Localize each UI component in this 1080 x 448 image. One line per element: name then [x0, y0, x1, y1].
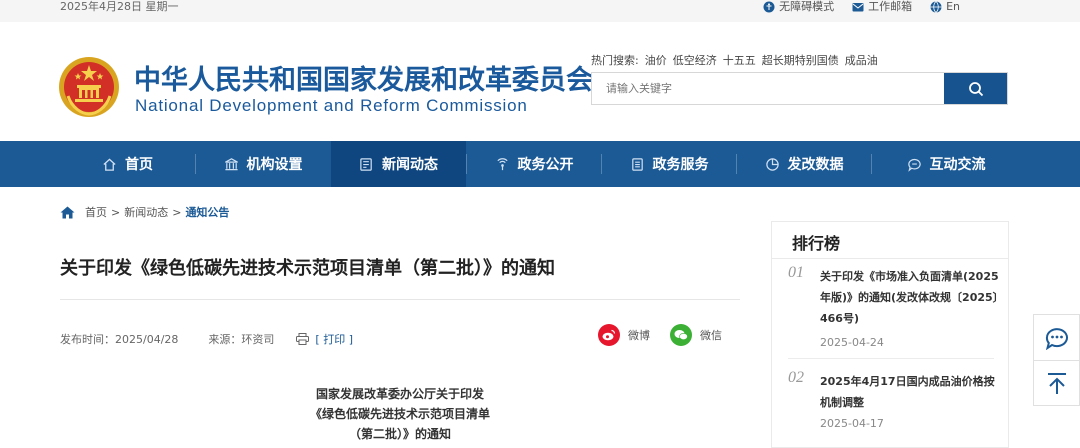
- feedback-button[interactable]: [1034, 315, 1079, 360]
- printer-icon: [296, 333, 310, 345]
- broadcast-icon: [496, 157, 508, 170]
- article-source: 来源：环资司: [208, 333, 275, 346]
- floating-toolbar: [1033, 314, 1080, 406]
- nav-item-data[interactable]: 发改数据: [737, 141, 871, 187]
- nav-label: 新闻动态: [382, 157, 438, 173]
- ranking-date: 2025-04-17: [820, 417, 884, 430]
- search-button[interactable]: [944, 73, 1007, 104]
- nav-label: 机构设置: [246, 157, 303, 173]
- article-meta: 发布时间：2025/04/28 来源：环资司 [ 打印 ]: [60, 331, 353, 347]
- ranking-divider: [772, 258, 1008, 259]
- site-header: 中华人民共和国国家发展和改革委员会 National Development a…: [0, 22, 1080, 141]
- accessibility-link[interactable]: 无障碍模式: [763, 0, 834, 14]
- ranking-panel: 排行榜 01 关于印发《市场准入负面清单(2025年版)》的通知(发改体改规〔2…: [771, 221, 1009, 448]
- breadcrumb-home[interactable]: 首页: [85, 204, 107, 220]
- ranking-item[interactable]: 02 2025年4月17日国内成品油价格按机制调整 2025-04-17: [788, 369, 995, 439]
- nav-item-services[interactable]: 政务服务: [602, 141, 736, 187]
- hot-search: 热门搜索: 油价 低空经济 十五五 超长期特别国债 成品油: [591, 52, 878, 68]
- mailbox-label: 工作邮箱: [868, 0, 913, 13]
- breadcrumb-current[interactable]: 通知公告: [185, 204, 229, 220]
- top-utility-bar: 2025年4月28日 星期一 无障碍模式 工作邮箱 En: [0, 0, 1080, 22]
- share-wechat-label: 微信: [700, 329, 722, 342]
- ranking-date: 2025-04-24: [820, 336, 884, 349]
- breadcrumb-separator: >: [111, 205, 121, 219]
- share-weibo-label: 微博: [628, 329, 650, 342]
- hot-search-item[interactable]: 成品油: [845, 52, 878, 68]
- body-title-line: 《绿色低碳先进技术示范项目清单: [309, 407, 490, 421]
- home-icon: [103, 157, 116, 171]
- wechat-icon: [670, 324, 692, 346]
- breadcrumb: 首页 > 新闻动态 > 通知公告: [60, 204, 229, 220]
- breadcrumb-separator: >: [172, 205, 182, 219]
- mailbox-link[interactable]: 工作邮箱: [852, 0, 912, 14]
- mail-icon: [852, 3, 864, 12]
- ranking-number: 02: [788, 369, 804, 386]
- body-title-line: 国家发展改革委办公厅关于印发: [315, 387, 484, 401]
- nav-item-organization[interactable]: 机构设置: [196, 141, 330, 187]
- hot-search-label: 热门搜索:: [591, 54, 639, 67]
- nav-label: 政务公开: [517, 157, 574, 173]
- globe-icon: [930, 1, 942, 13]
- utility-links: 无障碍模式 工作邮箱 En: [763, 0, 960, 14]
- breadcrumb-section[interactable]: 新闻动态: [124, 204, 168, 220]
- search-icon: [968, 81, 983, 96]
- building-icon: [224, 157, 238, 170]
- site-name-en: National Development and Reform Commissi…: [135, 96, 528, 115]
- publish-time: 发布时间：2025/04/28: [60, 333, 179, 346]
- document-icon: [631, 157, 643, 171]
- hot-search-item[interactable]: 超长期特别国债: [762, 52, 839, 68]
- nav-label: 政务服务: [652, 157, 709, 173]
- article-title: 关于印发《绿色低碳先进技术示范项目清单（第二批）》的通知: [60, 258, 555, 279]
- body-title-line: （第二批）》的通知: [348, 427, 451, 441]
- english-label: En: [946, 0, 960, 13]
- search-box: [591, 72, 1008, 105]
- search-input[interactable]: [592, 73, 945, 104]
- english-link[interactable]: En: [930, 0, 960, 14]
- title-divider: [60, 299, 740, 300]
- ranking-item-divider: [788, 358, 994, 359]
- article-body-title: 国家发展改革委办公厅关于印发 《绿色低碳先进技术示范项目清单 （第二批）》的通知: [250, 384, 550, 444]
- nav-label: 发改数据: [787, 157, 844, 173]
- weibo-icon: [598, 324, 620, 346]
- main-nav: 首页 机构设置 新闻动态 政务公开 政务服务 发改数据 互动交流: [0, 141, 1080, 187]
- arrow-up-icon: [1047, 372, 1066, 394]
- print-label: [ 打印 ]: [315, 333, 353, 346]
- nav-item-interaction[interactable]: 互动交流: [872, 141, 1020, 187]
- print-button[interactable]: [ 打印 ]: [296, 331, 353, 347]
- ranking-number: 01: [788, 264, 804, 281]
- message-icon: [1045, 327, 1068, 350]
- ranking-title: 排行榜: [792, 234, 841, 253]
- hot-search-item[interactable]: 低空经济: [673, 52, 717, 68]
- hot-search-item[interactable]: 油价: [645, 52, 667, 68]
- nav-item-home[interactable]: 首页: [60, 141, 195, 187]
- share-bar: 微博 微信: [598, 324, 722, 346]
- nav-label: 首页: [125, 157, 153, 173]
- ranking-item[interactable]: 01 关于印发《市场准入负面清单(2025年版)》的通知(发改体改规〔2025〕…: [788, 264, 999, 354]
- share-weibo-button[interactable]: 微博: [598, 324, 650, 346]
- home-icon: [60, 206, 75, 218]
- news-icon: [360, 157, 372, 171]
- accessibility-icon: [763, 1, 775, 13]
- site-name-cn: 中华人民共和国国家发展和改革委员会: [134, 65, 593, 96]
- ranking-link[interactable]: 关于印发《市场准入负面清单(2025年版)》的通知(发改体改规〔2025〕466…: [820, 266, 1000, 329]
- chat-icon: [907, 158, 921, 172]
- pie-chart-icon: [765, 157, 779, 171]
- current-date: 2025年4月28日 星期一: [60, 0, 179, 13]
- nav-item-news[interactable]: 新闻动态: [331, 141, 466, 187]
- nav-label: 互动交流: [929, 157, 986, 173]
- national-emblem-icon: [59, 57, 119, 117]
- accessibility-label: 无障碍模式: [779, 0, 835, 13]
- share-wechat-button[interactable]: 微信: [670, 324, 722, 346]
- back-to-top-button[interactable]: [1034, 361, 1079, 406]
- ranking-link[interactable]: 2025年4月17日国内成品油价格按机制调整: [820, 371, 1000, 413]
- hot-search-item[interactable]: 十五五: [723, 52, 756, 68]
- nav-item-public-affairs[interactable]: 政务公开: [467, 141, 601, 187]
